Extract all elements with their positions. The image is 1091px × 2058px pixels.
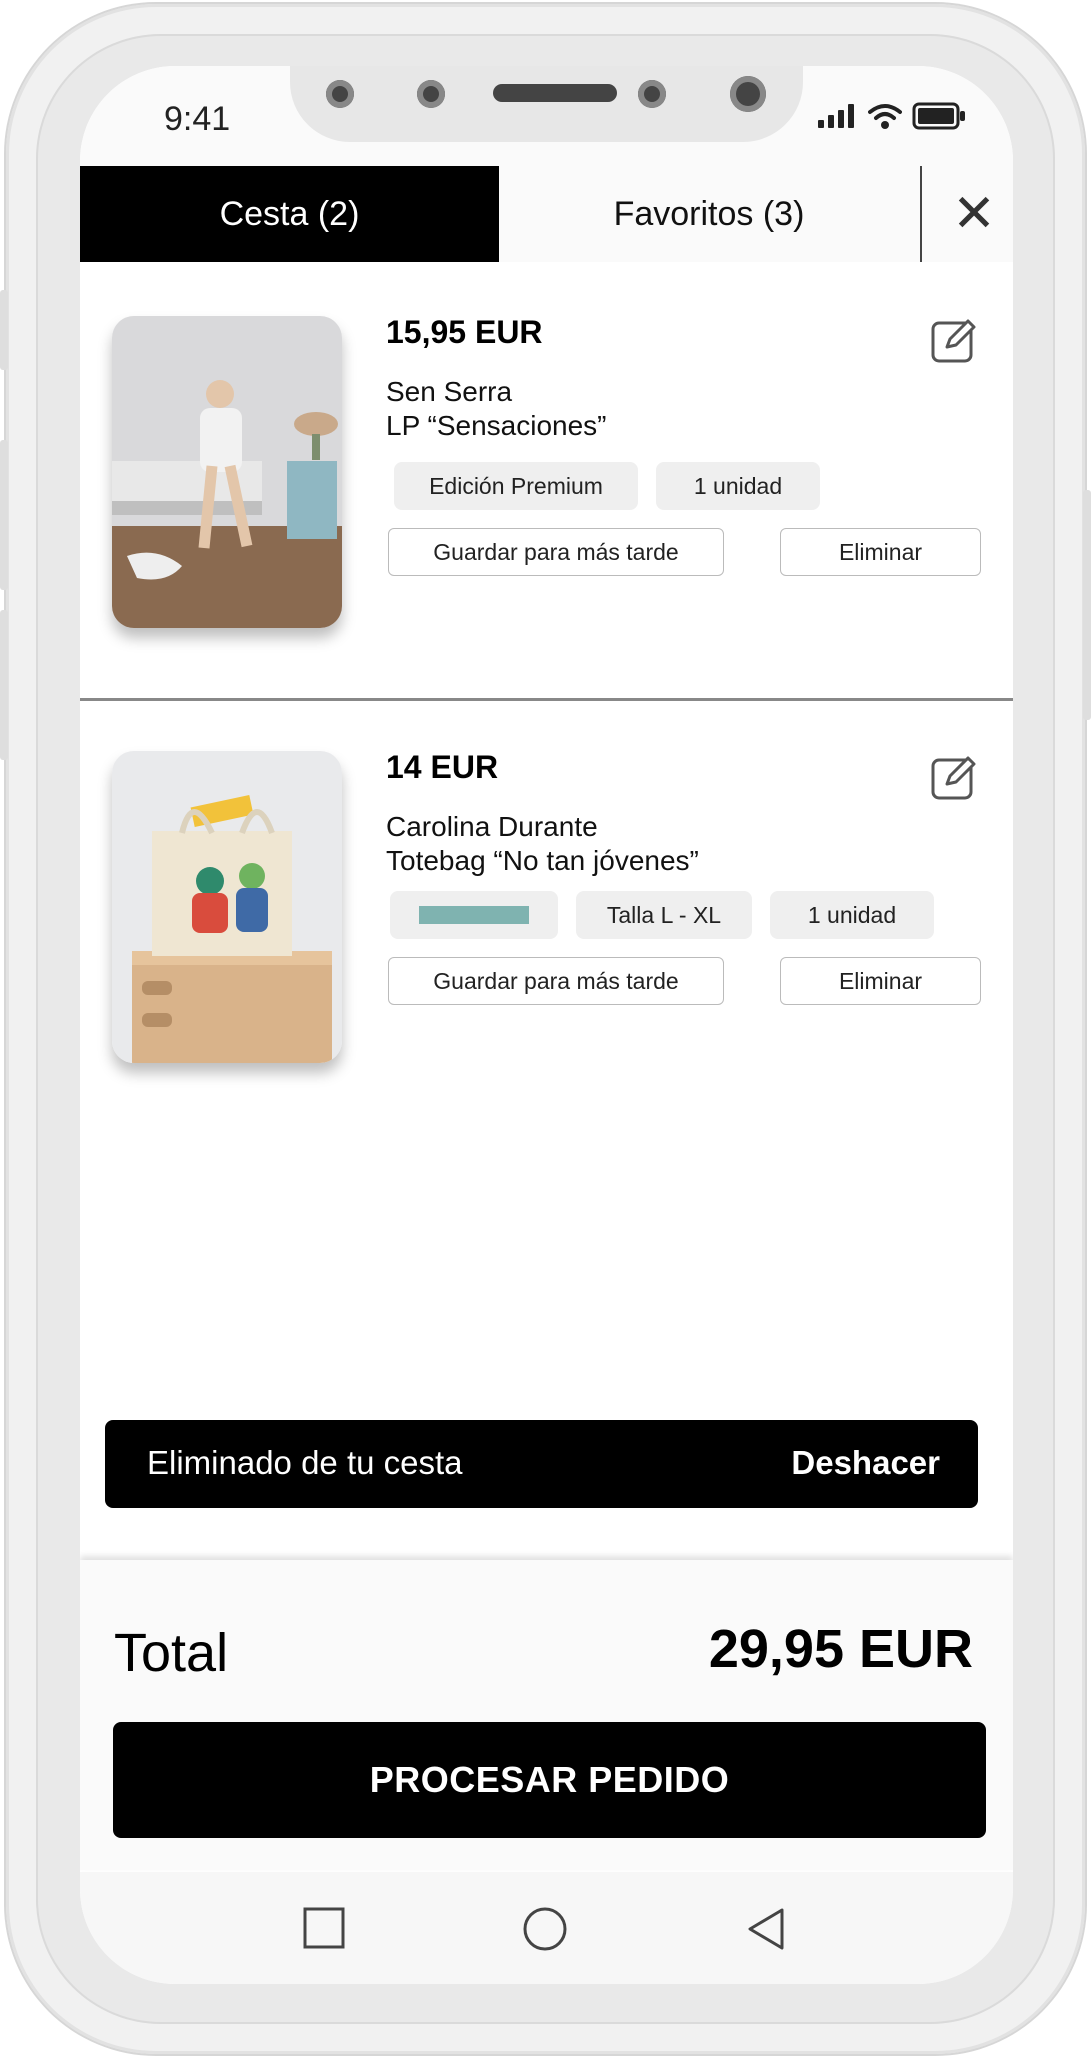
app-screen: 9:41 Cesta (2) Favoritos (3) ✕ 15,95 EUR…	[80, 66, 1013, 1984]
edit-icon[interactable]	[930, 316, 978, 364]
item-price: 15,95 EUR	[386, 314, 543, 350]
removed-toast: Eliminado de tu cesta Deshacer	[105, 1420, 978, 1508]
item-product-name: Totebag “No tan jóvenes”	[386, 845, 699, 876]
order-summary: Total 29,95 EUR PROCESAR PEDIDO	[80, 1560, 1013, 1870]
sensor-icon	[417, 80, 445, 108]
system-nav-bar	[80, 1872, 1013, 1984]
battery-icon	[912, 102, 965, 130]
sensor-icon	[638, 80, 666, 108]
option-color[interactable]	[390, 891, 558, 939]
camera-icon	[326, 80, 354, 108]
wifi-icon	[868, 104, 902, 129]
cart-item: 15,95 EUR Sen Serra LP “Sensaciones” Edi…	[80, 262, 1013, 696]
notch	[290, 66, 803, 142]
remove-button[interactable]: Eliminar	[780, 957, 981, 1005]
triangle-back-icon[interactable]	[744, 1906, 788, 1952]
tab-bar: Cesta (2) Favoritos (3) ✕	[80, 166, 1013, 262]
option-quantity[interactable]: 1 unidad	[770, 891, 934, 939]
tab-favoritos[interactable]: Favoritos (3)	[499, 166, 919, 262]
cart-item: 14 EUR Carolina Durante Totebag “No tan …	[80, 701, 1013, 1121]
speaker-grille	[493, 84, 617, 102]
save-for-later-button[interactable]: Guardar para más tarde	[388, 957, 724, 1005]
tab-divider	[920, 166, 922, 262]
status-time: 9:41	[164, 100, 231, 138]
item-artist: Carolina Durante	[386, 811, 598, 842]
option-edition[interactable]: Edición Premium	[394, 462, 638, 510]
total-label: Total	[114, 1623, 229, 1683]
edit-icon[interactable]	[930, 753, 978, 801]
tab-cesta[interactable]: Cesta (2)	[80, 166, 499, 262]
close-icon[interactable]: ✕	[942, 182, 1006, 246]
color-swatch	[419, 906, 529, 924]
remove-button[interactable]: Eliminar	[780, 528, 981, 576]
status-bar: 9:41	[80, 66, 1013, 166]
undo-button[interactable]: Deshacer	[791, 1444, 940, 1482]
product-image-totebag[interactable]	[112, 751, 342, 1063]
square-icon[interactable]	[302, 1906, 346, 1950]
phone-side-button	[0, 440, 8, 590]
toast-message: Eliminado de tu cesta	[147, 1444, 463, 1481]
phone-side-button	[0, 610, 8, 760]
item-product-name: LP “Sensaciones”	[386, 410, 607, 441]
item-price: 14 EUR	[386, 749, 499, 785]
option-quantity[interactable]: 1 unidad	[656, 462, 820, 510]
item-artist: Sen Serra	[386, 376, 513, 407]
phone-side-button	[1083, 490, 1091, 720]
checkout-button[interactable]: PROCESAR PEDIDO	[113, 1722, 986, 1838]
total-value: 29,95 EUR	[708, 1619, 973, 1679]
signal-icon	[818, 104, 858, 128]
save-for-later-button[interactable]: Guardar para más tarde	[388, 528, 724, 576]
option-size[interactable]: Talla L - XL	[576, 891, 752, 939]
phone-side-button	[0, 290, 8, 370]
circle-icon[interactable]	[522, 1906, 568, 1952]
product-image-lp[interactable]	[112, 316, 342, 628]
front-camera-icon	[730, 76, 766, 112]
